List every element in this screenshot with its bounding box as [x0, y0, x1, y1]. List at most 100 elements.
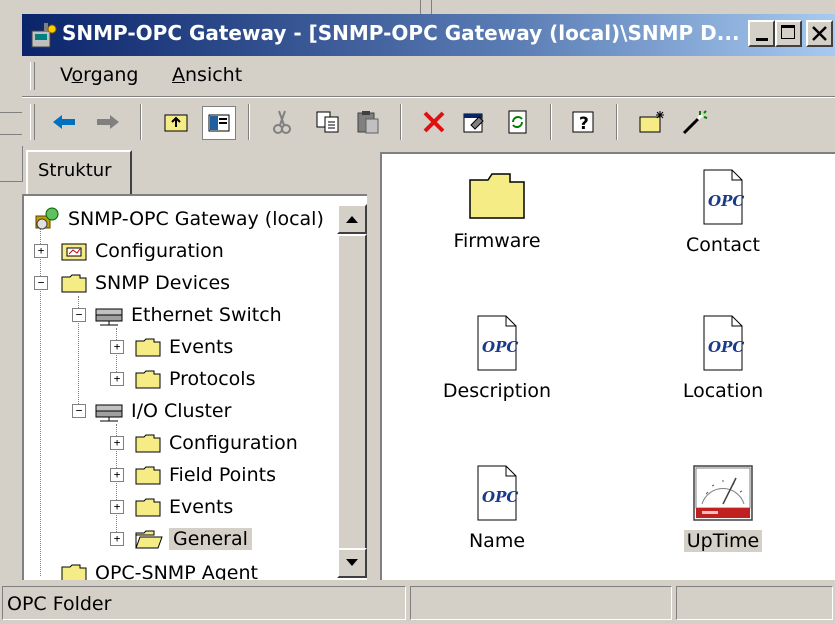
refresh-icon [508, 110, 527, 134]
tree-node-label: Events [169, 496, 234, 518]
folder-icon [135, 434, 161, 453]
tree-node-snmp-devices[interactable]: − SNMP Devices [34, 268, 230, 298]
list-item-firmware[interactable]: Firmware [412, 168, 582, 252]
cut-button[interactable] [266, 106, 298, 138]
toolbar-separator [550, 104, 552, 140]
list-item-contact[interactable]: OPC Contact [638, 168, 808, 256]
list-view[interactable]: Firmware OPC Contact OPC Description OPC… [380, 152, 835, 580]
svg-text:OPC: OPC [482, 488, 518, 506]
toolbar: ? [22, 97, 835, 146]
tree-node-io-events[interactable]: + Events [110, 492, 233, 522]
status-panel-2 [410, 586, 672, 620]
cut-icon [273, 110, 291, 134]
list-item-uptime[interactable]: UpTime [638, 464, 808, 552]
list-item-label: Location [682, 380, 764, 402]
tree-node-io-field-points[interactable]: + Field Points [110, 460, 276, 490]
copy-icon [316, 111, 339, 133]
gateway-icon [35, 207, 59, 230]
minimize-button[interactable] [748, 20, 775, 47]
tree-node-io-general[interactable]: + General [110, 524, 252, 554]
tree-node-label: General [169, 528, 252, 550]
open-folder-icon [135, 530, 163, 549]
list-item-label: Description [442, 380, 552, 402]
svg-text:OPC: OPC [482, 338, 518, 356]
paste-button[interactable] [352, 106, 384, 138]
scroll-down-button[interactable] [337, 548, 367, 578]
tree-node-configuration[interactable]: + Configuration [34, 236, 224, 266]
forward-icon [97, 115, 119, 129]
network-device-icon [95, 308, 123, 326]
tree-node-opc-snmp-agent[interactable]: OPC-SNMP Agent [34, 558, 258, 580]
tree-node-es-protocols[interactable]: + Protocols [110, 364, 255, 394]
list-item-description[interactable]: OPC Description [412, 314, 582, 402]
expand-icon[interactable]: + [110, 340, 124, 354]
close-button[interactable] [806, 20, 833, 47]
menu-vorgang[interactable]: Vorgang [60, 64, 138, 86]
tree-node-es-events[interactable]: + Events [110, 332, 233, 362]
list-item-label: Contact [686, 234, 760, 256]
help-icon: ? [572, 111, 594, 134]
menu-grip[interactable] [30, 62, 35, 90]
refresh-button[interactable] [502, 106, 534, 138]
list-item-label: UpTime [683, 530, 763, 552]
menu-ansicht[interactable]: Ansicht [172, 64, 242, 86]
opc-document-icon: OPC [477, 465, 518, 521]
tree-node-root[interactable]: SNMP-OPC Gateway (local) [32, 204, 324, 234]
tree-scrollbar[interactable] [337, 204, 367, 578]
delete-button[interactable] [418, 106, 450, 138]
delete-icon [423, 111, 445, 133]
forward-button[interactable] [92, 106, 124, 138]
up-folder-button[interactable] [160, 106, 192, 138]
background-window-fragment [420, 0, 432, 15]
tree-node-label: SNMP Devices [95, 272, 231, 294]
show-tree-icon [208, 114, 230, 132]
copy-button[interactable] [312, 106, 344, 138]
expand-icon[interactable]: + [110, 468, 124, 482]
wizard-button[interactable] [678, 106, 710, 138]
collapse-icon[interactable]: − [72, 308, 86, 322]
svg-text:OPC: OPC [708, 338, 744, 356]
configuration-icon [61, 243, 87, 261]
title-bar[interactable]: SNMP-OPC Gateway - [SNMP-OPC Gateway (lo… [22, 14, 835, 56]
tree-view[interactable]: SNMP-OPC Gateway (local) + Configuration… [22, 194, 367, 580]
tree-node-ethernet-switch[interactable]: − Ethernet Switch [72, 300, 282, 330]
opc-document-icon: OPC [703, 315, 744, 371]
expand-icon[interactable]: + [110, 372, 124, 386]
show-tree-button[interactable] [202, 106, 236, 140]
help-button[interactable]: ? [568, 106, 600, 138]
toolbar-grip[interactable] [30, 104, 35, 140]
app-icon [31, 23, 57, 48]
new-folder-icon [639, 111, 664, 133]
new-folder-button[interactable] [636, 106, 668, 138]
expand-icon[interactable]: + [110, 532, 124, 546]
arrow-down-icon [346, 559, 358, 566]
svg-text:OPC: OPC [708, 192, 744, 210]
scroll-thumb[interactable] [337, 234, 367, 550]
menu-bar: Vorgang Ansicht [22, 56, 835, 97]
collapse-icon[interactable]: − [34, 276, 48, 290]
folder-icon [135, 338, 161, 357]
properties-icon [463, 113, 484, 133]
tree-node-io-cluster[interactable]: − I/O Cluster [72, 396, 231, 426]
tree-node-label: Configuration [169, 432, 298, 454]
list-item-label: Name [468, 530, 526, 552]
tree-node-label: Configuration [95, 240, 224, 262]
back-button[interactable] [48, 106, 80, 138]
expand-icon[interactable]: + [110, 500, 124, 514]
gauge-icon [693, 465, 753, 521]
toolbar-separator [140, 104, 142, 140]
maximize-button[interactable] [775, 20, 802, 47]
close-icon [812, 26, 827, 41]
expand-icon[interactable]: + [110, 436, 124, 450]
toolbar-separator [248, 104, 250, 140]
list-item-location[interactable]: OPC Location [638, 314, 808, 402]
properties-button[interactable] [458, 106, 490, 138]
tree-node-io-configuration[interactable]: + Configuration [110, 428, 298, 458]
collapse-icon[interactable]: − [72, 404, 86, 418]
expand-icon[interactable]: + [34, 244, 48, 258]
window-title: SNMP-OPC Gateway - [SNMP-OPC Gateway (lo… [62, 21, 740, 45]
tab-struktur[interactable]: Struktur [26, 150, 132, 194]
scroll-up-button[interactable] [337, 204, 367, 234]
tab-struktur-label: Struktur [38, 160, 112, 181]
list-item-name[interactable]: OPC Name [412, 464, 582, 552]
